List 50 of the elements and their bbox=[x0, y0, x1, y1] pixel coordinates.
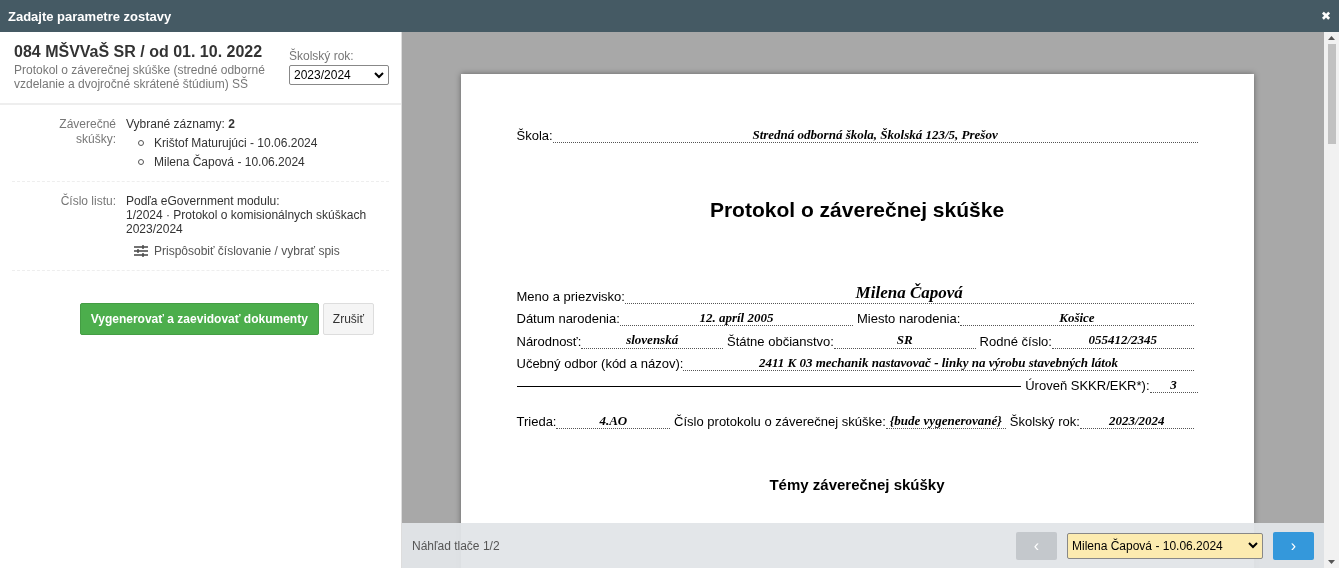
field-value: slovenská bbox=[581, 333, 723, 349]
scrollbar-thumb[interactable] bbox=[1327, 44, 1336, 144]
field-value: 2023/2024 bbox=[1079, 414, 1194, 430]
field-value: 4.AO bbox=[556, 414, 671, 430]
sheet-number-text: Podľa eGovernment modulu: bbox=[126, 194, 281, 208]
chevron-down-icon bbox=[1248, 542, 1258, 549]
cancel-button[interactable]: Zrušiť bbox=[322, 303, 374, 335]
field-label: Školský rok: bbox=[1009, 414, 1080, 430]
field-label: Trieda: bbox=[516, 414, 557, 430]
field-value: Stredná odborná škola, Školská 123/5, Prešov bbox=[552, 128, 1198, 144]
sliders-icon bbox=[134, 245, 148, 257]
scroll-up-icon bbox=[1328, 36, 1335, 40]
field-label: Učebný odbor (kód a názov): bbox=[516, 355, 684, 371]
exam-record: Milena Čapová - 10.06.2024 bbox=[154, 155, 305, 169]
sheet-number-label: Číslo listu: bbox=[59, 194, 116, 210]
chevron-down-icon bbox=[374, 71, 384, 79]
selected-count: Vybrané záznamy: 2 bbox=[126, 117, 236, 131]
field-value: 2411 K 03 mechanik nastavovač - linky na výrobu stavebných látok bbox=[683, 355, 1194, 371]
field-label: Dátum narodenia: bbox=[516, 311, 620, 327]
report-subtitle: Protokol o záverečnej skúške (stredné odborné vzdelanie a dvojročné skrátené štúdium) SŠ bbox=[14, 63, 266, 91]
field-value: 055412/2345 bbox=[1051, 333, 1194, 349]
field-label: Rodné číslo: bbox=[979, 333, 1052, 349]
report-title: 084 MŠVVaŠ SR / od 01. 10. 2022 bbox=[14, 43, 264, 61]
field-value: {bude vygenerované} bbox=[885, 414, 1006, 430]
school-year-label: Školský rok: bbox=[289, 49, 355, 63]
field-label: Miesto narodenia: bbox=[857, 311, 961, 327]
field-value: Milena Čapová bbox=[624, 284, 1194, 304]
print-preview-label: Náhľad tlače 1/2 bbox=[412, 538, 501, 553]
exams-label: Záverečné skúšky: bbox=[58, 117, 116, 148]
field-label: Číslo protokolu o záverečnej skúške: bbox=[674, 414, 886, 430]
scroll-down-icon bbox=[1328, 560, 1335, 564]
close-button[interactable]: ✖ bbox=[1321, 9, 1331, 23]
dialog-title: Zadajte parametre zostavy bbox=[8, 8, 172, 24]
field-label: Štátne občianstvo: bbox=[727, 333, 834, 349]
field-value: SR bbox=[833, 333, 976, 349]
school-year-select[interactable]: 2023/2024 bbox=[289, 65, 389, 85]
sheet-number-text: 1/2024 · Protokol o komisionálnych skúškach 2023/2024 bbox=[126, 208, 368, 236]
section-heading: Témy záverečnej skúšky bbox=[768, 476, 946, 494]
field-label: Úroveň SKKR/EKR*): bbox=[1025, 378, 1150, 394]
field-value: 12. apríl 2005 bbox=[619, 311, 853, 327]
field-label: Meno a priezvisko: bbox=[516, 289, 625, 304]
scrollbar[interactable] bbox=[1324, 32, 1339, 568]
customize-numbering-link[interactable]: Prispôsobiť číslovanie / vybrať spis bbox=[134, 244, 389, 258]
document-title: Protokol o záverečnej skúške bbox=[708, 198, 1006, 223]
field-label: Národnosť: bbox=[516, 333, 582, 349]
field-value: Košice bbox=[960, 311, 1194, 327]
field-value: 3 bbox=[1149, 377, 1198, 394]
exam-record: Krištof Maturujúci - 10.06.2024 bbox=[154, 136, 318, 150]
record-select[interactable]: Milena Čapová - 10.06.2024 bbox=[1067, 532, 1263, 559]
field-label: Škola: bbox=[516, 128, 553, 144]
